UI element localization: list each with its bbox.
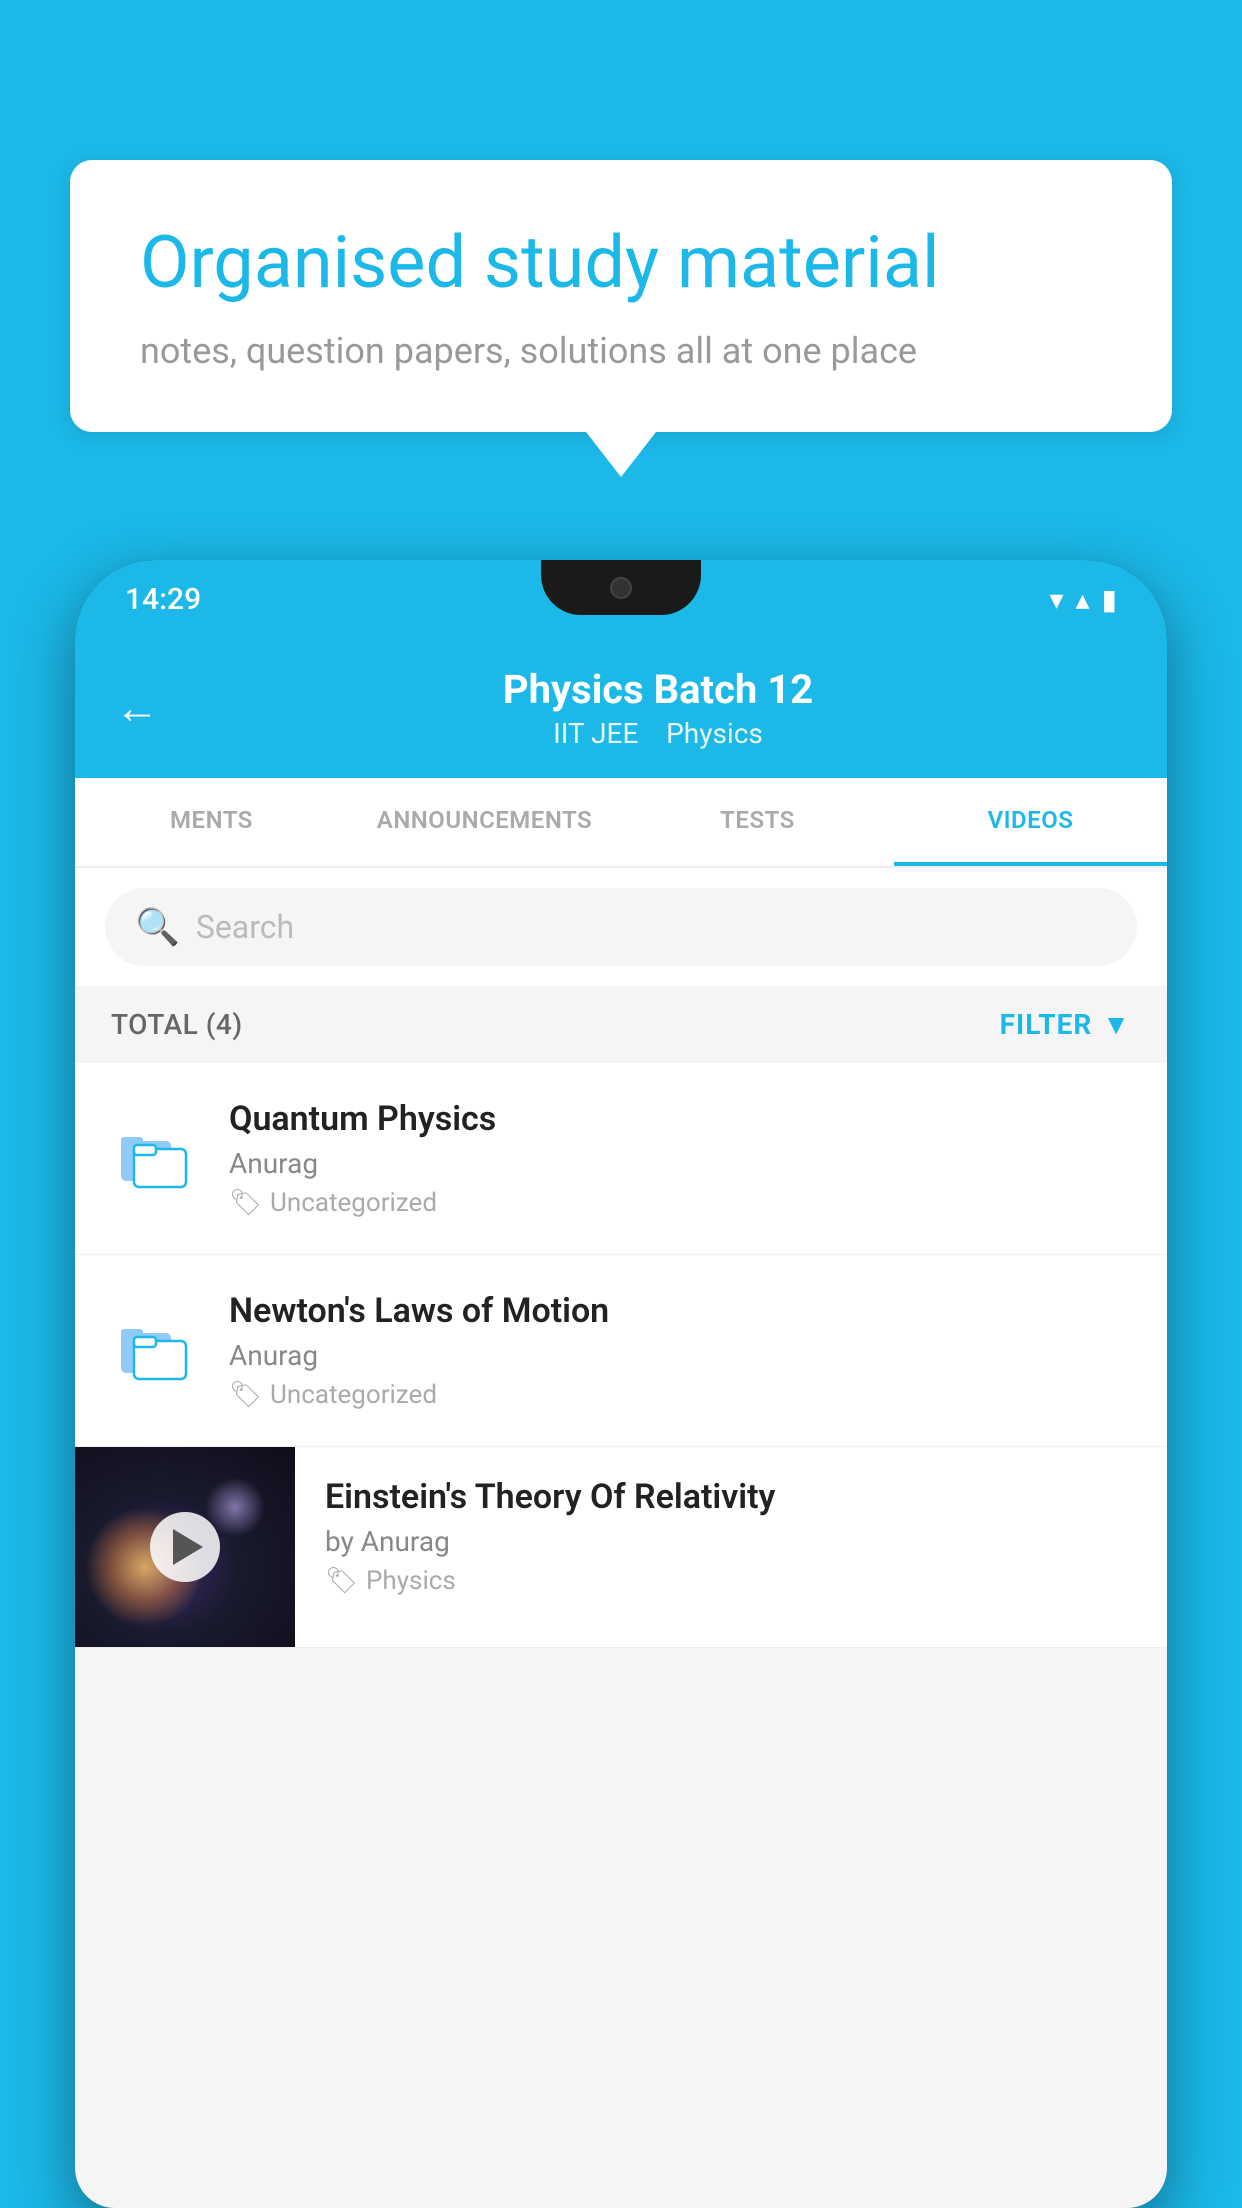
einstein-tag-icon: 🏷 — [325, 1566, 358, 1596]
video-item-3[interactable]: Einstein's Theory Of Relativity by Anura… — [75, 1447, 1167, 1648]
app-header: ← Physics Batch 12 IIT JEE Physics — [75, 638, 1167, 778]
video-thumbnail-3 — [75, 1447, 295, 1647]
folder-icon-2 — [111, 1306, 201, 1396]
search-icon: 🔍 — [135, 906, 180, 948]
video-list: Quantum Physics Anurag 🏷 Uncategorized — [75, 1063, 1167, 1648]
search-bar-container: 🔍 Search — [75, 868, 1167, 986]
batch-title: Physics Batch 12 — [189, 666, 1127, 713]
filter-row: TOTAL (4) FILTER ▼ — [75, 986, 1167, 1063]
einstein-author: by Anurag — [325, 1525, 1137, 1558]
tag-icon-2: 🏷 — [229, 1380, 262, 1410]
tab-announcements[interactable]: ANNOUNCEMENTS — [348, 778, 621, 866]
video-author-2: Anurag — [229, 1339, 1131, 1372]
phone-frame: 14:29 ▾ ▴ ▮ ← Physics Batch 12 IIT JEE P… — [75, 560, 1167, 2208]
bubble-arrow — [586, 432, 656, 477]
bubble-subtitle: notes, question papers, solutions all at… — [140, 330, 1102, 372]
einstein-tag: 🏷 Physics — [325, 1566, 1137, 1596]
status-time: 14:29 — [125, 582, 201, 617]
video-title-1: Quantum Physics — [229, 1099, 1131, 1139]
einstein-title: Einstein's Theory Of Relativity — [325, 1477, 1137, 1517]
screen-content: 🔍 Search TOTAL (4) FILTER ▼ — [75, 868, 1167, 2208]
video-tag-1: 🏷 Uncategorized — [229, 1188, 1131, 1218]
video-title-2: Newton's Laws of Motion — [229, 1291, 1131, 1331]
status-icons: ▾ ▴ ▮ — [1049, 583, 1117, 616]
einstein-info: Einstein's Theory Of Relativity by Anura… — [295, 1447, 1167, 1626]
play-triangle-icon — [173, 1529, 203, 1565]
tabs-bar: MENTS ANNOUNCEMENTS TESTS VIDEOS — [75, 778, 1167, 868]
batch-subtitle: IIT JEE Physics — [189, 717, 1127, 750]
header-title-group: Physics Batch 12 IIT JEE Physics — [189, 666, 1127, 750]
back-button[interactable]: ← — [115, 682, 159, 734]
filter-icon: ▼ — [1102, 1008, 1131, 1041]
tag-label-2: Uncategorized — [270, 1380, 437, 1410]
tab-tests[interactable]: TESTS — [621, 778, 894, 866]
bubble-title: Organised study material — [140, 220, 1102, 306]
signal-icon: ▴ — [1076, 583, 1090, 616]
phone-notch — [541, 560, 701, 615]
wifi-icon: ▾ — [1049, 583, 1063, 616]
batch-tag-physics: Physics — [666, 717, 763, 750]
batch-tag-iitjee: IIT JEE — [553, 717, 638, 750]
total-count-label: TOTAL (4) — [111, 1008, 243, 1041]
search-placeholder: Search — [196, 908, 294, 946]
battery-icon: ▮ — [1102, 583, 1117, 616]
filter-button[interactable]: FILTER ▼ — [1000, 1008, 1131, 1041]
video-info-2: Newton's Laws of Motion Anurag 🏷 Uncateg… — [229, 1291, 1131, 1410]
video-author-1: Anurag — [229, 1147, 1131, 1180]
camera — [610, 577, 632, 599]
einstein-tag-label: Physics — [366, 1566, 456, 1596]
status-bar: 14:29 ▾ ▴ ▮ — [75, 560, 1167, 638]
video-info-1: Quantum Physics Anurag 🏷 Uncategorized — [229, 1099, 1131, 1218]
search-bar[interactable]: 🔍 Search — [105, 888, 1137, 966]
filter-label: FILTER — [1000, 1008, 1093, 1041]
tag-icon-1: 🏷 — [229, 1188, 262, 1218]
folder-icon-1 — [111, 1114, 201, 1204]
speech-bubble-section: Organised study material notes, question… — [70, 160, 1172, 477]
video-item-2[interactable]: Newton's Laws of Motion Anurag 🏷 Uncateg… — [75, 1255, 1167, 1447]
tab-videos[interactable]: VIDEOS — [894, 778, 1167, 866]
tag-label-1: Uncategorized — [270, 1188, 437, 1218]
tab-ments[interactable]: MENTS — [75, 778, 348, 866]
video-item-1[interactable]: Quantum Physics Anurag 🏷 Uncategorized — [75, 1063, 1167, 1255]
play-button-3[interactable] — [150, 1512, 220, 1582]
video-tag-2: 🏷 Uncategorized — [229, 1380, 1131, 1410]
speech-bubble-card: Organised study material notes, question… — [70, 160, 1172, 432]
